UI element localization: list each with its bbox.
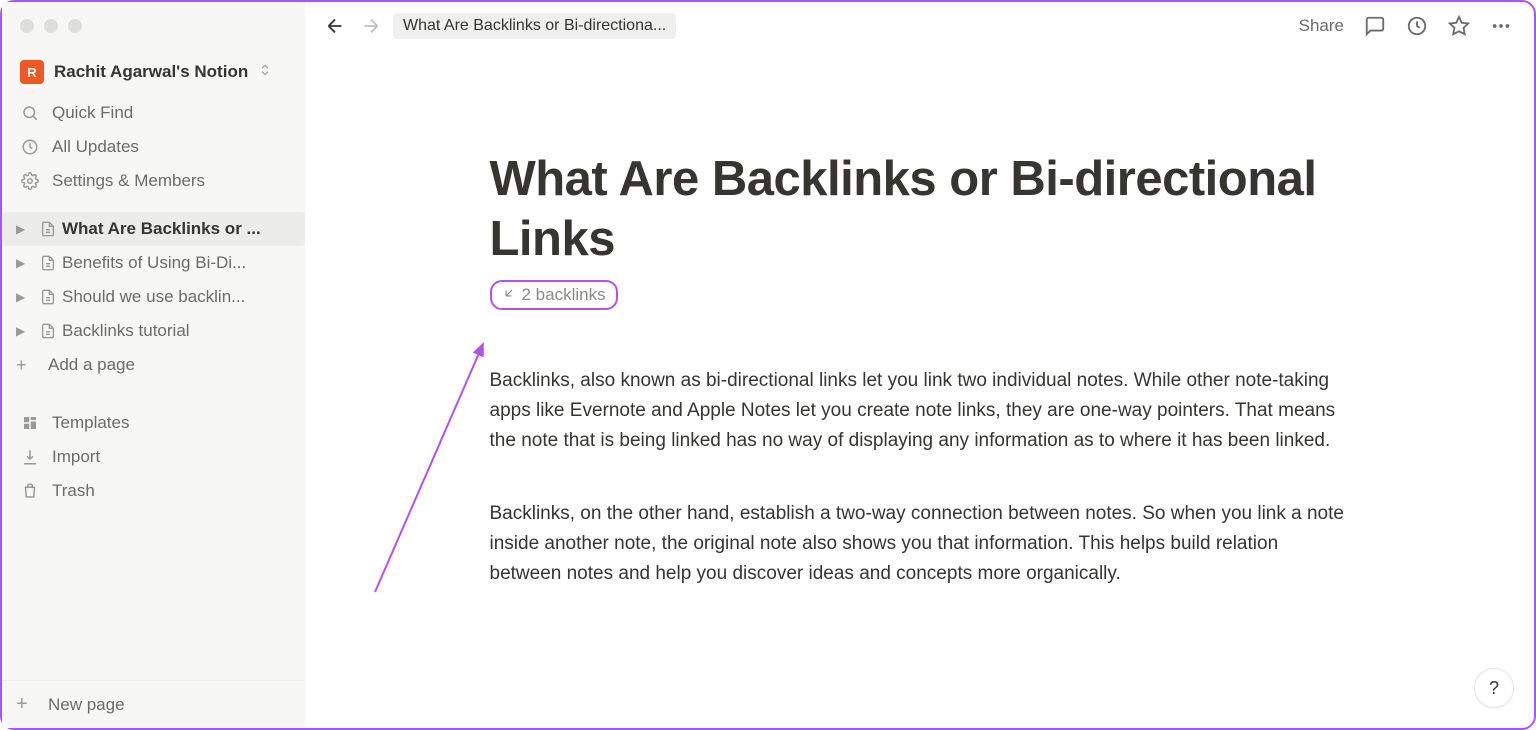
share-button[interactable]: Share	[1293, 16, 1350, 36]
all-updates-label: All Updates	[52, 137, 139, 157]
workspace-switcher[interactable]: R Rachit Agarwal's Notion	[2, 56, 305, 88]
page-label: Backlinks tutorial	[62, 321, 190, 341]
arrow-down-left-icon	[502, 285, 516, 305]
plus-icon: +	[16, 355, 36, 376]
backlinks-label: 2 backlinks	[522, 285, 606, 305]
page-icon	[38, 255, 58, 271]
page-title[interactable]: What Are Backlinks or Bi-directional Lin…	[490, 150, 1350, 270]
page-label: Should we use backlin...	[62, 287, 245, 307]
import-label: Import	[52, 447, 100, 467]
minimize-window-dot[interactable]	[44, 19, 58, 33]
backlinks-count[interactable]: 2 backlinks	[490, 280, 618, 310]
quick-find-label: Quick Find	[52, 103, 133, 123]
page-body[interactable]: Backlinks, also known as bi-directional …	[490, 366, 1350, 590]
paragraph[interactable]: Backlinks, also known as bi-directional …	[490, 366, 1350, 457]
add-page-label: Add a page	[48, 355, 135, 375]
paragraph[interactable]: Backlinks, on the other hand, establish …	[490, 499, 1350, 590]
trash-icon	[20, 481, 40, 501]
back-button[interactable]	[321, 12, 349, 40]
updates-icon[interactable]	[1400, 9, 1434, 43]
download-icon	[20, 447, 40, 467]
search-icon	[20, 103, 40, 123]
add-page[interactable]: + Add a page	[2, 348, 305, 382]
maximize-window-dot[interactable]	[68, 19, 82, 33]
more-menu-icon[interactable]	[1484, 9, 1518, 43]
new-page-button[interactable]: + New page	[2, 680, 305, 728]
settings-label: Settings & Members	[52, 171, 205, 191]
page-icon	[38, 221, 58, 237]
page-content: What Are Backlinks or Bi-directional Lin…	[460, 50, 1380, 650]
close-window-dot[interactable]	[20, 19, 34, 33]
trash[interactable]: Trash	[8, 474, 299, 508]
sidebar-page-backlinks-definition[interactable]: ▶ What Are Backlinks or ...	[2, 212, 305, 246]
page-label: Benefits of Using Bi-Di...	[62, 253, 246, 273]
sidebar-page-tutorial[interactable]: ▶ Backlinks tutorial	[2, 314, 305, 348]
templates[interactable]: Templates	[8, 406, 299, 440]
new-page-label: New page	[48, 695, 125, 715]
help-button[interactable]: ?	[1474, 668, 1514, 708]
sidebar: R Rachit Agarwal's Notion Quick Find All…	[2, 2, 305, 728]
chevron-right-icon[interactable]: ▶	[16, 324, 34, 338]
topbar: What Are Backlinks or Bi-directiona... S…	[305, 2, 1534, 50]
breadcrumb[interactable]: What Are Backlinks or Bi-directiona...	[393, 13, 676, 39]
window-controls	[2, 2, 305, 50]
comments-icon[interactable]	[1358, 9, 1392, 43]
page-label: What Are Backlinks or ...	[62, 219, 261, 239]
workspace-name: Rachit Agarwal's Notion	[54, 62, 248, 82]
sidebar-page-benefits[interactable]: ▶ Benefits of Using Bi-Di...	[2, 246, 305, 280]
sidebar-page-should-use[interactable]: ▶ Should we use backlin...	[2, 280, 305, 314]
templates-label: Templates	[52, 413, 129, 433]
main-panel: What Are Backlinks or Bi-directiona... S…	[305, 2, 1534, 728]
page-icon	[38, 323, 58, 339]
settings-members[interactable]: Settings & Members	[8, 164, 299, 198]
favorite-star-icon[interactable]	[1442, 9, 1476, 43]
import[interactable]: Import	[8, 440, 299, 474]
templates-icon	[20, 413, 40, 433]
chevron-up-down-icon	[258, 63, 272, 82]
forward-button[interactable]	[357, 12, 385, 40]
trash-label: Trash	[52, 481, 95, 501]
gear-icon	[20, 171, 40, 191]
workspace-icon: R	[20, 60, 44, 84]
chevron-right-icon[interactable]: ▶	[16, 290, 34, 304]
plus-icon: +	[16, 693, 36, 716]
chevron-right-icon[interactable]: ▶	[16, 256, 34, 270]
chevron-right-icon[interactable]: ▶	[16, 222, 34, 236]
all-updates[interactable]: All Updates	[8, 130, 299, 164]
quick-find[interactable]: Quick Find	[8, 96, 299, 130]
clock-icon	[20, 137, 40, 157]
page-icon	[38, 289, 58, 305]
